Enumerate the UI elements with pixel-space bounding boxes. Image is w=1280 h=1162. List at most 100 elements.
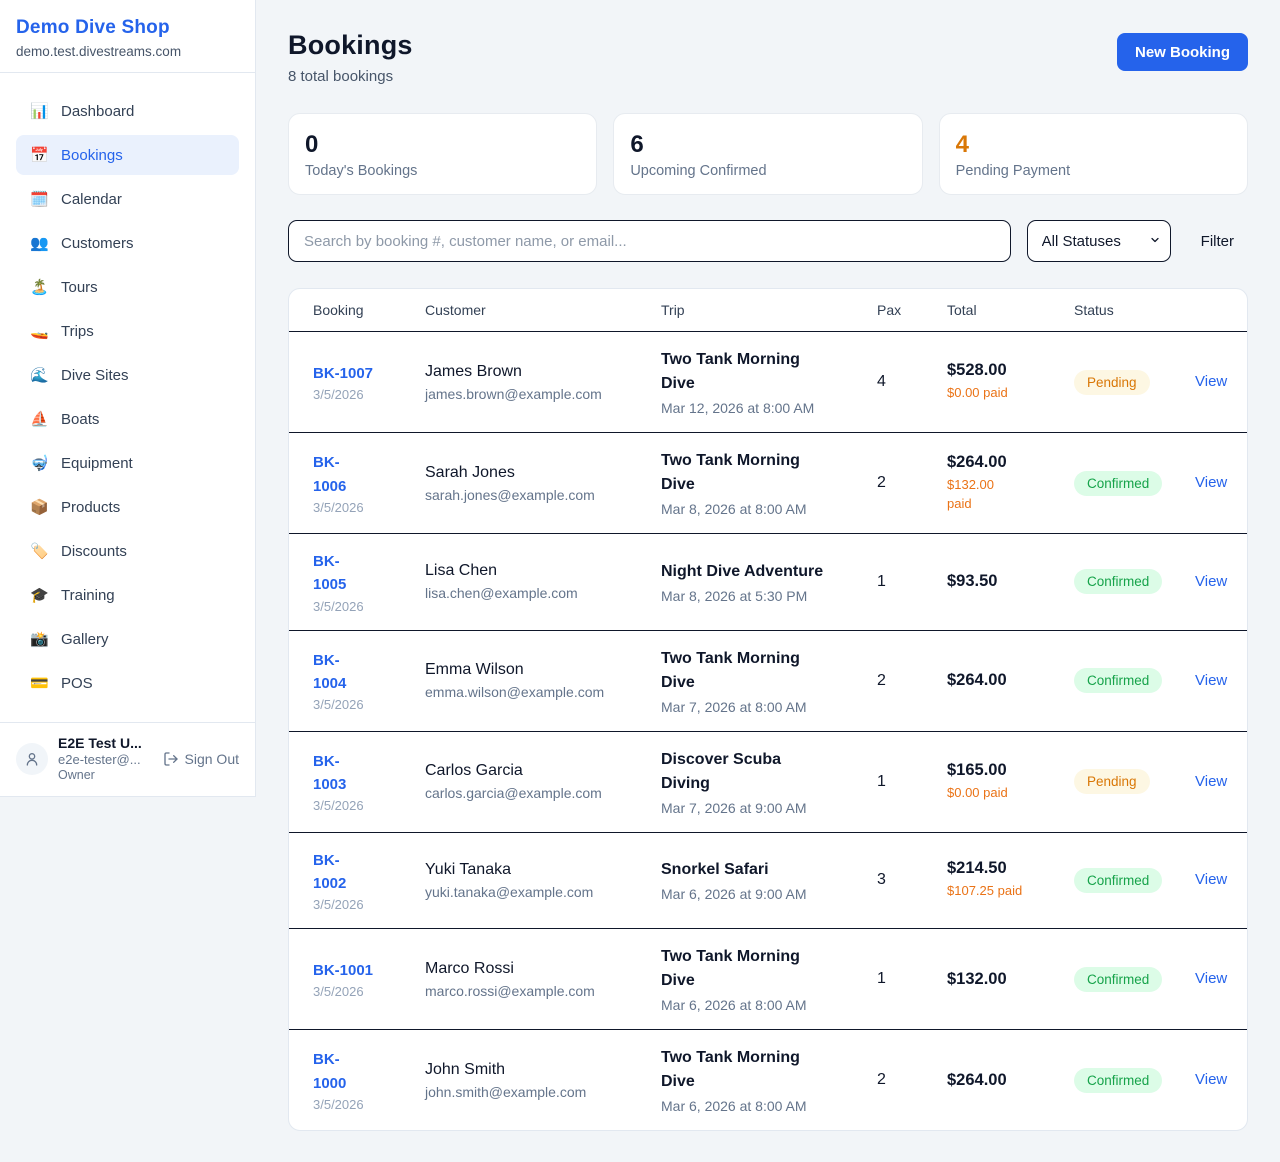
- booking-id-link[interactable]: BK-1001: [313, 959, 425, 982]
- trip-name: Discover Scuba Diving: [661, 748, 877, 796]
- column-header-customer: Customer: [425, 302, 661, 318]
- sidebar-item-label: Gallery: [61, 631, 109, 648]
- customer-cell: Emma Wilson emma.wilson@example.com: [425, 661, 661, 700]
- status-cell: Pending: [1074, 370, 1195, 395]
- column-header-trip: Trip: [661, 302, 877, 318]
- actions-cell: View: [1195, 773, 1227, 791]
- sidebar-item-discounts[interactable]: 🏷️ Discounts: [16, 531, 239, 571]
- sidebar-item-training[interactable]: 🎓 Training: [16, 575, 239, 615]
- sidebar-item-products[interactable]: 📦 Products: [16, 487, 239, 527]
- view-link[interactable]: View: [1195, 871, 1227, 888]
- stat-card-todays-bookings: 0 Today's Bookings: [288, 113, 597, 195]
- view-link[interactable]: View: [1195, 373, 1227, 390]
- view-link[interactable]: View: [1195, 773, 1227, 790]
- column-header-status: Status: [1074, 302, 1195, 318]
- stats-row: 0 Today's Bookings 6 Upcoming Confirmed …: [288, 113, 1248, 195]
- booking-id-link[interactable]: BK-1007: [313, 362, 425, 385]
- booking-id-link[interactable]: BK- 1006: [313, 451, 425, 498]
- trip-name: Two Tank Morning Dive: [661, 1046, 877, 1094]
- booking-id-link[interactable]: BK- 1004: [313, 649, 425, 696]
- booking-date: 3/5/2026: [313, 897, 425, 912]
- booking-id-link[interactable]: BK- 1003: [313, 750, 425, 797]
- total-cell: $264.00 $132.00 paid: [947, 453, 1074, 514]
- total-amount: $528.00: [947, 361, 1074, 380]
- gallery-icon: 📸: [30, 630, 48, 648]
- sidebar-item-label: Dashboard: [61, 103, 134, 120]
- sidebar-item-customers[interactable]: 👥 Customers: [16, 223, 239, 263]
- actions-cell: View: [1195, 672, 1227, 690]
- paid-amount: $107.25 paid: [947, 882, 1074, 901]
- stat-value: 6: [630, 131, 905, 159]
- sidebar-item-label: Calendar: [61, 191, 122, 208]
- table-row: BK- 1006 3/5/2026 Sarah Jones sarah.jone…: [289, 433, 1247, 534]
- sidebar-item-pos[interactable]: 💳 POS: [16, 663, 239, 703]
- view-link[interactable]: View: [1195, 970, 1227, 987]
- total-cell: $528.00 $0.00 paid: [947, 361, 1074, 403]
- trip-name: Two Tank Morning Dive: [661, 348, 877, 396]
- sidebar: Demo Dive Shop demo.test.divestreams.com…: [0, 0, 256, 797]
- view-link[interactable]: View: [1195, 474, 1227, 491]
- status-cell: Confirmed: [1074, 471, 1195, 496]
- sidebar-item-tours[interactable]: 🏝️ Tours: [16, 267, 239, 307]
- customer-email: emma.wilson@example.com: [425, 684, 661, 700]
- sidebar-item-bookings[interactable]: 📅 Bookings: [16, 135, 239, 175]
- customer-name: Emma Wilson: [425, 661, 661, 679]
- filter-button[interactable]: Filter: [1187, 233, 1248, 250]
- pax-value: 1: [877, 773, 947, 791]
- booking-cell: BK- 1002 3/5/2026: [313, 849, 425, 913]
- main-content: Bookings 8 total bookings New Booking 0 …: [256, 0, 1280, 1162]
- total-amount: $165.00: [947, 761, 1074, 780]
- total-cell: $264.00: [947, 1071, 1074, 1090]
- customer-email: marco.rossi@example.com: [425, 983, 661, 999]
- column-header-total: Total: [947, 302, 1074, 318]
- user-section: E2E Test U... e2e-tester@... Owner Sign …: [0, 722, 255, 796]
- pos-icon: 💳: [30, 674, 48, 692]
- customer-email: john.smith@example.com: [425, 1084, 661, 1100]
- table-row: BK-1001 3/5/2026 Marco Rossi marco.rossi…: [289, 929, 1247, 1030]
- total-cell: $214.50 $107.25 paid: [947, 859, 1074, 901]
- booking-date: 3/5/2026: [313, 1097, 425, 1112]
- table-row: BK- 1005 3/5/2026 Lisa Chen lisa.chen@ex…: [289, 534, 1247, 631]
- sidebar-item-boats[interactable]: ⛵ Boats: [16, 399, 239, 439]
- customer-email: james.brown@example.com: [425, 386, 661, 402]
- sidebar-item-dashboard[interactable]: 📊 Dashboard: [16, 91, 239, 131]
- sidebar-item-gallery[interactable]: 📸 Gallery: [16, 619, 239, 659]
- status-cell: Confirmed: [1074, 868, 1195, 893]
- search-input[interactable]: [288, 220, 1011, 262]
- trip-datetime: Mar 6, 2026 at 8:00 AM: [661, 997, 877, 1013]
- user-email: e2e-tester@...: [58, 752, 153, 768]
- status-cell: Confirmed: [1074, 1068, 1195, 1093]
- view-link[interactable]: View: [1195, 672, 1227, 689]
- user-name: E2E Test U...: [58, 735, 153, 753]
- status-select[interactable]: All Statuses: [1027, 220, 1171, 262]
- sidebar-nav: 📊 Dashboard 📅 Bookings 🗓️ Calendar 👥 Cus…: [0, 73, 255, 722]
- trip-cell: Two Tank Morning Dive Mar 6, 2026 at 8:0…: [661, 945, 877, 1013]
- sidebar-item-dive-sites[interactable]: 🌊 Dive Sites: [16, 355, 239, 395]
- sidebar-item-equipment[interactable]: 🤿 Equipment: [16, 443, 239, 483]
- shop-name: Demo Dive Shop: [16, 17, 239, 39]
- customer-name: John Smith: [425, 1061, 661, 1079]
- stat-label: Today's Bookings: [305, 163, 580, 179]
- sign-out-button[interactable]: Sign Out: [163, 751, 239, 767]
- sidebar-item-trips[interactable]: 🚤 Trips: [16, 311, 239, 351]
- status-cell: Confirmed: [1074, 569, 1195, 594]
- status-badge: Confirmed: [1074, 668, 1162, 693]
- booking-id-link[interactable]: BK- 1005: [313, 550, 425, 597]
- pax-value: 2: [877, 474, 947, 492]
- stat-card-upcoming-confirmed: 6 Upcoming Confirmed: [613, 113, 922, 195]
- app-root: Demo Dive Shop demo.test.divestreams.com…: [0, 0, 1280, 1162]
- actions-cell: View: [1195, 970, 1227, 988]
- bookings-table: Booking Customer Trip Pax Total Status B…: [288, 288, 1248, 1131]
- total-amount: $264.00: [947, 453, 1074, 472]
- sidebar-item-calendar[interactable]: 🗓️ Calendar: [16, 179, 239, 219]
- sidebar-item-label: Dive Sites: [61, 367, 129, 384]
- booking-id-link[interactable]: BK- 1002: [313, 849, 425, 896]
- trip-cell: Snorkel Safari Mar 6, 2026 at 9:00 AM: [661, 858, 877, 902]
- view-link[interactable]: View: [1195, 573, 1227, 590]
- status-badge: Confirmed: [1074, 569, 1162, 594]
- booking-id-link[interactable]: BK- 1000: [313, 1048, 425, 1095]
- view-link[interactable]: View: [1195, 1071, 1227, 1088]
- status-badge: Confirmed: [1074, 868, 1162, 893]
- trip-datetime: Mar 7, 2026 at 9:00 AM: [661, 800, 877, 816]
- new-booking-button[interactable]: New Booking: [1117, 33, 1248, 71]
